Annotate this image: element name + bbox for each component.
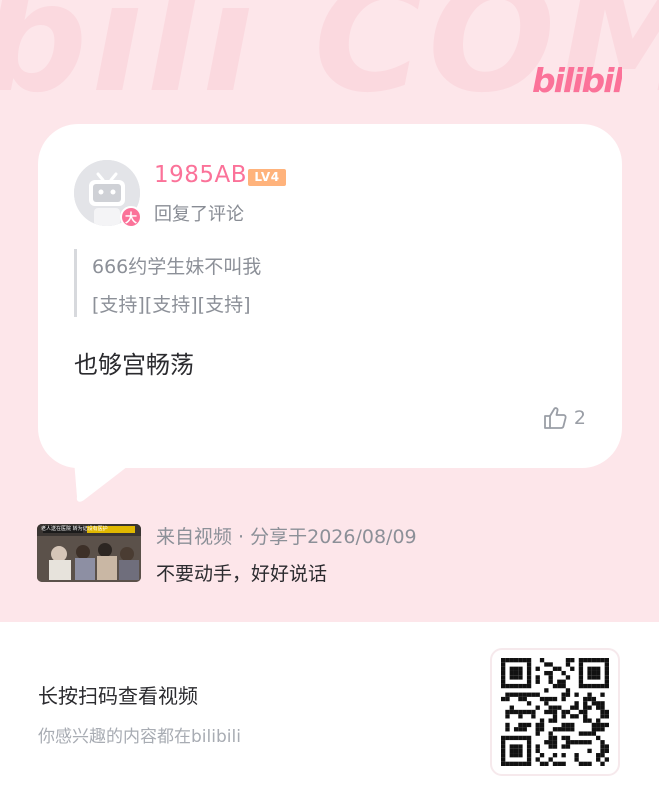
like-button[interactable]: 2 <box>542 405 586 431</box>
video-title[interactable]: 不要动手，好好说话 <box>156 559 327 586</box>
video-thumbnail[interactable]: 老人送在医院 转为记设有医护 <box>37 524 141 582</box>
level-badge: LV4 <box>248 169 286 186</box>
video-source-meta: 来自视频 · 分享于2026/08/09 <box>156 526 417 548</box>
bilibili-logo: bilibili <box>532 61 622 100</box>
like-count: 2 <box>573 407 586 429</box>
comment-card: 大 1985AB LV4 回复了评论 666约学生妹不叫我 [支持][支持][支… <box>38 124 622 468</box>
vip-badge: 大 <box>120 206 142 228</box>
quote-bar <box>74 249 77 317</box>
footer: 长按扫码查看视频 你感兴趣的内容都在bilibili <box>0 622 659 800</box>
svg-text:bilibili: bilibili <box>532 61 622 100</box>
thumbs-up-icon <box>544 407 567 429</box>
footer-title: 长按扫码查看视频 <box>38 684 198 708</box>
comment-text: 也够宫畅荡 <box>74 351 194 379</box>
speech-bubble-tail <box>74 460 136 502</box>
username[interactable]: 1985AB <box>154 162 247 188</box>
qr-code-icon <box>501 658 609 766</box>
quoted-comment-text: 666约学生妹不叫我 <box>92 256 262 278</box>
qr-code-frame[interactable] <box>490 648 620 776</box>
footer-subtitle: 你感兴趣的内容都在bilibili <box>38 727 241 747</box>
reply-action-text: 回复了评论 <box>154 204 244 225</box>
thumbnail-caption: 老人送在医院 转为记设有医护 <box>41 526 108 532</box>
share-card-background: bili COMMENT bilibili 大 1985AB LV4 回复了评论… <box>0 0 659 622</box>
quoted-comment-emotes: [支持][支持][支持] <box>92 294 251 316</box>
